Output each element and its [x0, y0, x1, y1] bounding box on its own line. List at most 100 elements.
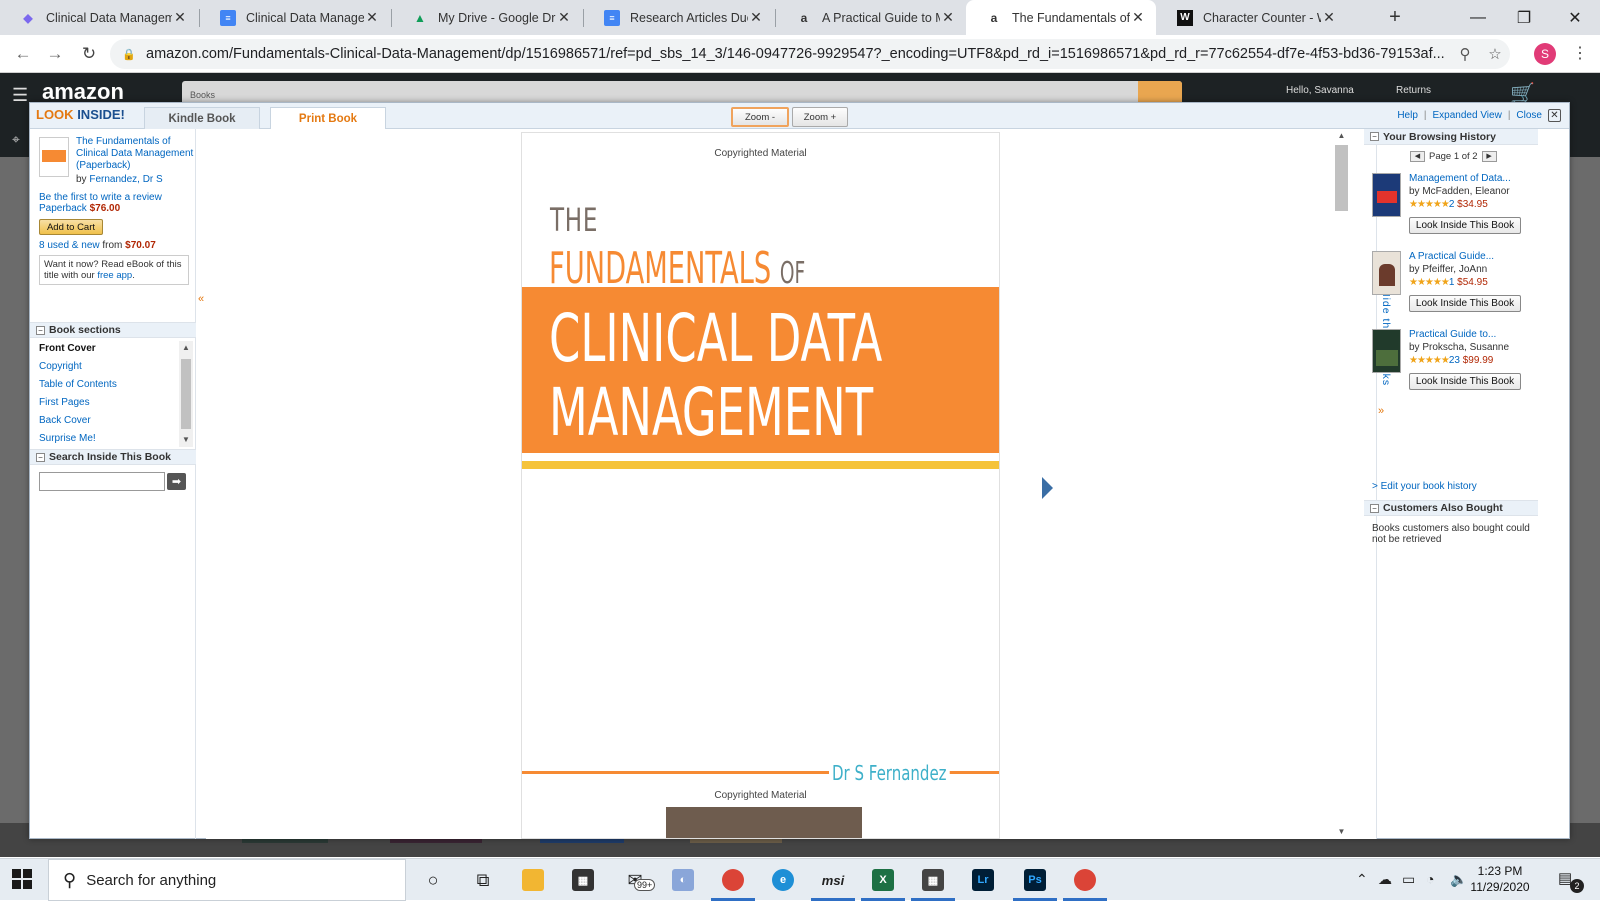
section-table-of-contents[interactable]: Table of Contents [39, 379, 117, 390]
write-review-link[interactable]: Be the first to write a review [39, 192, 162, 203]
notification-center-icon[interactable]: ▤ 2 [1558, 869, 1584, 893]
expanded-view-link[interactable]: Expanded View [1433, 110, 1502, 121]
zoom-in-button[interactable]: Zoom + [792, 107, 848, 127]
windows-start-icon[interactable] [12, 869, 34, 891]
used-new-link[interactable]: 8 used & new [39, 240, 100, 251]
excel-icon[interactable]: X [861, 865, 905, 901]
collapse-icon[interactable]: − [36, 452, 45, 462]
battery-icon[interactable]: ▭ [1402, 871, 1415, 888]
scroll-down-icon[interactable]: ▼ [179, 435, 193, 444]
taskbar-search-box[interactable]: ⚲ Search for anything [48, 859, 406, 901]
new-tab-button[interactable]: + [1380, 0, 1410, 35]
search-go-button[interactable]: ➡ [167, 473, 186, 490]
location-icon[interactable]: ⌖ [12, 131, 20, 148]
scroll-thumb[interactable] [1335, 145, 1348, 211]
scroll-down-icon[interactable]: ▼ [1333, 827, 1350, 836]
author-link[interactable]: Fernandez, Dr S [89, 174, 162, 185]
tab-my-drive[interactable]: ▲ My Drive - Google Driv ✕ [392, 0, 582, 35]
tab-clinical-data-clickup[interactable]: ◆ Clinical Data Managem ✕ [0, 0, 198, 35]
chrome-icon[interactable] [711, 865, 755, 901]
next-page-icon[interactable]: ▶ [1481, 151, 1497, 162]
close-window-icon[interactable]: ✕ [1552, 0, 1598, 35]
look-inside-this-book-button[interactable]: Look Inside This Book [1409, 295, 1521, 312]
close-tab-icon[interactable]: ✕ [364, 9, 380, 26]
search-inside-input[interactable] [39, 472, 165, 491]
lightroom-icon[interactable]: Lr [968, 865, 998, 895]
book-sections-header[interactable]: − Book sections [30, 322, 196, 338]
review-count[interactable]: 23 [1449, 355, 1460, 366]
profile-avatar[interactable]: S [1534, 43, 1556, 65]
browsing-history-header[interactable]: − Your Browsing History [1364, 129, 1538, 145]
cortana-icon[interactable]: ○ [418, 865, 448, 895]
add-to-cart-button[interactable]: Add to Cart [39, 219, 103, 235]
prev-page-icon[interactable]: ◀ [1410, 151, 1425, 162]
sections-scrollbar[interactable]: ▲ ▼ [179, 341, 193, 447]
section-surprise-me[interactable]: Surprise Me! [39, 433, 96, 444]
history-book-cover[interactable] [1372, 251, 1401, 295]
scroll-up-icon[interactable]: ▲ [179, 343, 193, 352]
edit-book-history-link[interactable]: > Edit your book history [1372, 481, 1477, 492]
lock-icon[interactable]: 🔒 [122, 48, 138, 61]
chevron-right-icon[interactable]: » [1378, 405, 1384, 417]
reload-icon[interactable]: ↻ [76, 41, 102, 67]
task-view-icon[interactable]: ⧉ [468, 865, 498, 895]
close-link[interactable]: Close [1516, 110, 1542, 121]
close-tab-icon[interactable]: ✕ [1321, 9, 1337, 26]
viewer-scrollbar[interactable]: ▲ ▼ [1333, 129, 1350, 839]
review-count[interactable]: 1 [1449, 277, 1455, 288]
url-text[interactable]: amazon.com/Fundamentals-Clinical-Data-Ma… [138, 46, 1450, 62]
tab-print-book[interactable]: Print Book [270, 107, 386, 129]
store-icon[interactable]: ▦ [568, 865, 598, 895]
customers-also-bought-header[interactable]: − Customers Also Bought [1364, 500, 1538, 516]
onedrive-icon[interactable]: ☁ [1378, 871, 1392, 888]
tab-fundamentals-active[interactable]: a The Fundamentals of C ✕ [966, 0, 1156, 35]
photoshop-icon[interactable]: Ps [1013, 865, 1057, 901]
close-icon[interactable]: ✕ [1548, 109, 1561, 122]
book-title-link[interactable]: The Fundamentals of Clinical Data Manage… [76, 136, 196, 172]
tab-practical-guide[interactable]: a A Practical Guide to M ✕ [776, 0, 966, 35]
tab-clinical-data-doc[interactable]: ≡ Clinical Data Managem ✕ [200, 0, 390, 35]
forward-icon[interactable]: → [42, 41, 68, 67]
zoom-out-button[interactable]: Zoom - [731, 107, 789, 127]
scroll-up-icon[interactable]: ▲ [1333, 131, 1350, 140]
file-explorer-icon[interactable] [518, 865, 548, 895]
tab-kindle-book[interactable]: Kindle Book [144, 107, 260, 129]
history-book-title[interactable]: Management of Data... [1409, 173, 1511, 184]
address-bar[interactable]: 🔒 amazon.com/Fundamentals-Clinical-Data-… [110, 39, 1510, 69]
mail-icon[interactable]: ✉ 99+ [620, 865, 656, 895]
photos-icon[interactable]: ◐ [668, 865, 698, 895]
bookmark-star-icon[interactable]: ☆ [1480, 45, 1510, 63]
close-tab-icon[interactable]: ✕ [940, 9, 956, 26]
look-inside-this-book-button[interactable]: Look Inside This Book [1409, 217, 1521, 234]
free-app-link[interactable]: free app [97, 270, 132, 281]
collapse-left-panel-icon[interactable]: « [196, 293, 206, 305]
book-cover-thumbnail[interactable] [39, 137, 69, 177]
maximize-icon[interactable]: ❐ [1501, 0, 1547, 35]
section-first-pages[interactable]: First Pages [39, 397, 90, 408]
taskbar-search-placeholder[interactable]: Search for anything [86, 872, 216, 889]
volume-icon[interactable]: 🔈 [1450, 871, 1467, 888]
minimize-icon[interactable]: — [1455, 0, 1501, 35]
section-copyright[interactable]: Copyright [39, 361, 82, 372]
history-book-cover[interactable] [1372, 329, 1401, 373]
chevron-up-icon[interactable]: ⌃ [1356, 871, 1368, 888]
collapse-icon[interactable]: − [36, 325, 45, 335]
edge-icon[interactable]: e [768, 865, 798, 895]
search-inside-header[interactable]: − Search Inside This Book [30, 449, 196, 465]
returns-link[interactable]: Returns [1396, 85, 1431, 96]
collapse-icon[interactable]: − [1370, 132, 1379, 141]
system-clock[interactable]: 1:23 PM 11/29/2020 [1470, 863, 1530, 895]
history-book-title[interactable]: A Practical Guide... [1409, 251, 1494, 262]
section-front-cover[interactable]: Front Cover [39, 343, 96, 354]
search-department[interactable]: Books [190, 90, 215, 100]
next-page-arrow-icon[interactable] [1042, 477, 1053, 499]
history-book-title[interactable]: Practical Guide to... [1409, 329, 1496, 340]
wifi-icon[interactable]: ◔ [1426, 871, 1434, 887]
hamburger-icon[interactable]: ☰ [12, 85, 28, 106]
back-icon[interactable]: ← [10, 41, 36, 67]
history-book-cover[interactable] [1372, 173, 1401, 217]
close-tab-icon[interactable]: ✕ [556, 9, 572, 26]
collapse-icon[interactable]: − [1370, 503, 1379, 513]
tab-research-articles[interactable]: ≡ Research Articles Due ✕ [584, 0, 774, 35]
msi-icon[interactable]: msi [811, 865, 855, 901]
